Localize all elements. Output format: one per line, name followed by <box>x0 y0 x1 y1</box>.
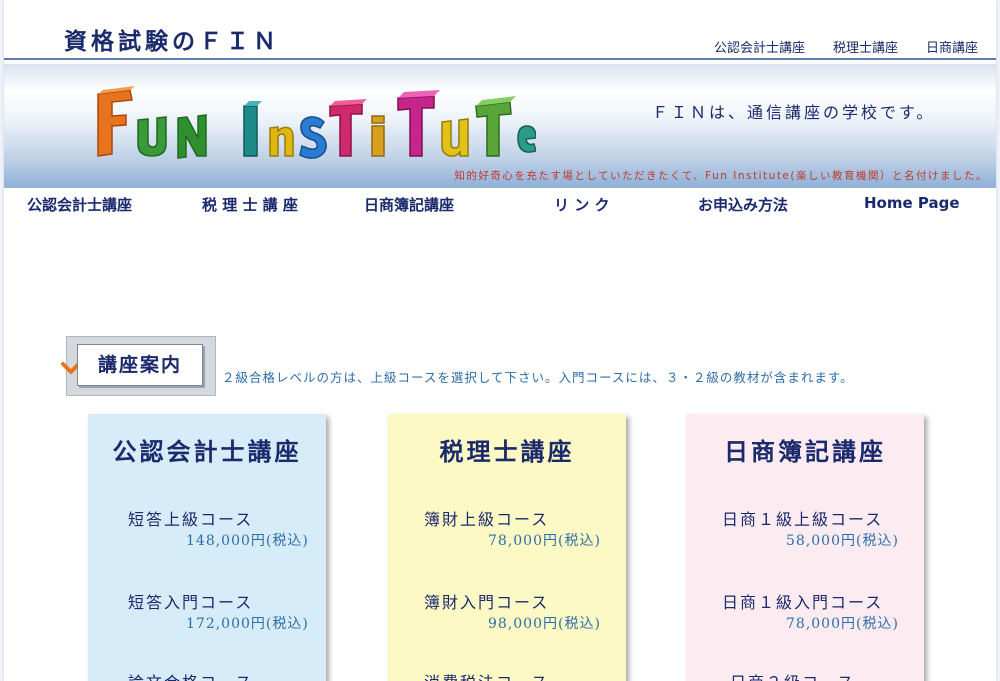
nav-item-cpa[interactable]: 公認会計士講座 <box>27 194 132 215</box>
top-bar: 資格試験のＦＩＮ 公認会計士講座 税理士講座 日商講座 <box>4 0 996 60</box>
tagline-right: ＦＩＮは、通信講座の学校です。 <box>652 103 936 122</box>
top-links: 公認会計士講座 税理士講座 日商講座 <box>714 37 978 56</box>
top-link-boki[interactable]: 日商講座 <box>926 37 978 56</box>
course-name[interactable]: 簿財上級コース <box>424 506 549 530</box>
course-name[interactable]: 消費税法コース <box>424 669 549 681</box>
section-title: 講座案内 <box>77 344 203 386</box>
course-card-cpa: 公認会計士講座 短答上級コース 148,000円(税込) 短答入門コース 172… <box>88 414 326 681</box>
section-note: ２級合格レベルの方は、上級コースを選択して下さい。入門コースには、３・２級の教材… <box>222 370 854 385</box>
course-name[interactable]: 短答入門コース <box>128 589 253 613</box>
card-title: 税理士講座 <box>439 438 575 466</box>
site-title[interactable]: 資格試験のＦＩＮ <box>64 22 280 56</box>
nav-item-home[interactable]: Home Page <box>864 194 960 212</box>
course-price: 78,000円(税込) <box>786 616 899 632</box>
card-title: 公認会計士講座 <box>112 438 302 466</box>
course-name[interactable]: 日商１級上級コース <box>722 506 883 530</box>
banner: ＦＩＮは、通信講座の学校です。 知的好奇心を充たす場としていただきたくて、Fun… <box>4 64 996 188</box>
course-card-boki: 日商簿記講座 日商１級上級コース 58,000円(税込) 日商１級入門コース 7… <box>686 414 924 681</box>
course-price: 58,000円(税込) <box>786 533 899 549</box>
tagline-bottom: 知的好奇心を充たす場としていただきたくて、Fun Institute(楽しい教育… <box>454 170 988 182</box>
course-card-tax: 税理士講座 簿財上級コース 78,000円(税込) 簿財入門コース 98,000… <box>388 414 626 681</box>
card-title: 日商簿記講座 <box>724 438 886 466</box>
course-price: 148,000円(税込) <box>186 533 309 549</box>
course-name[interactable]: 論文合格コース <box>128 669 253 681</box>
page: 資格試験のＦＩＮ 公認会計士講座 税理士講座 日商講座 ＦＩＮは、通信講座の学校… <box>4 0 996 681</box>
section-heading-box: 講座案内 <box>61 336 216 396</box>
top-link-cpa[interactable]: 公認会計士講座 <box>714 37 805 56</box>
course-price: 78,000円(税込) <box>488 533 601 549</box>
course-name[interactable]: 日商２級コース <box>730 669 855 681</box>
nav-item-apply[interactable]: お申込み方法 <box>698 194 788 215</box>
course-name[interactable]: 短答上級コース <box>128 506 253 530</box>
course-name[interactable]: 簿財入門コース <box>424 589 549 613</box>
nav-item-links[interactable]: リ ン ク <box>554 194 609 215</box>
nav-item-boki[interactable]: 日商簿記講座 <box>364 194 454 215</box>
main-nav: 公認会計士講座 税 理 士 講 座 日商簿記講座 リ ン ク お申込み方法 Ho… <box>4 188 996 220</box>
course-price: 172,000円(税込) <box>186 616 309 632</box>
course-price: 98,000円(税込) <box>488 616 601 632</box>
top-link-tax[interactable]: 税理士講座 <box>833 37 898 56</box>
nav-item-tax[interactable]: 税 理 士 講 座 <box>202 194 298 215</box>
course-name[interactable]: 日商１級入門コース <box>722 589 883 613</box>
fun-institute-logo <box>97 86 536 159</box>
